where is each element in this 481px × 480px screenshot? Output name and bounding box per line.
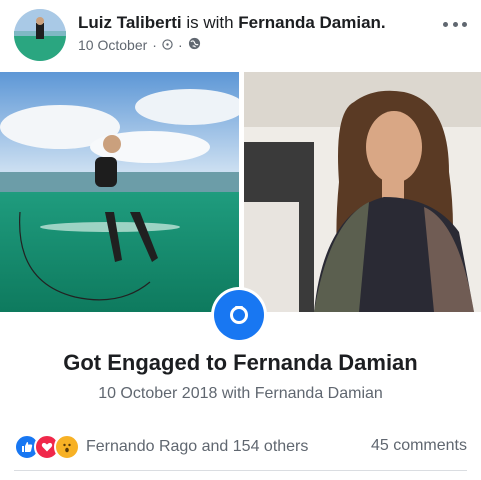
comments-count[interactable]: 45 comments [371, 437, 467, 455]
post-author-line: Luiz Taliberti is with Fernanda Damian. [78, 13, 386, 33]
separator: · [177, 37, 183, 53]
reactions-summary[interactable]: Fernando Rago and 154 others [86, 438, 308, 456]
clock-icon [162, 37, 173, 53]
life-event-badge [211, 287, 267, 343]
life-event-subtitle: 10 October 2018 with Fernanda Damian [98, 385, 383, 402]
ring-icon [226, 300, 252, 331]
post-date[interactable]: 10 October [78, 37, 147, 53]
photo-grid [0, 72, 481, 312]
reactions-bar: Fernando Rago and 154 others 45 comments [14, 434, 467, 460]
post-meta: 10 October · · [78, 37, 201, 53]
tagged-name[interactable]: Fernanda Damian. [238, 13, 385, 32]
life-event-title[interactable]: Got Engaged to Fernanda Damian [0, 350, 481, 376]
globe-icon[interactable] [188, 37, 201, 53]
author-avatar[interactable] [14, 9, 66, 61]
separator: · [152, 37, 157, 53]
author-name[interactable]: Luiz Taliberti [78, 13, 182, 32]
divider [14, 470, 467, 471]
ellipsis-horizontal-icon [443, 21, 448, 27]
portrait-photo[interactable] [244, 72, 481, 312]
more-options-button[interactable] [443, 16, 467, 32]
post-header: Luiz Taliberti is with Fernanda Damian. … [0, 0, 481, 72]
reaction-icons[interactable] [14, 434, 80, 460]
surfing-photo[interactable] [0, 72, 239, 312]
with-text: is with [186, 13, 234, 32]
wow-icon [54, 434, 80, 460]
